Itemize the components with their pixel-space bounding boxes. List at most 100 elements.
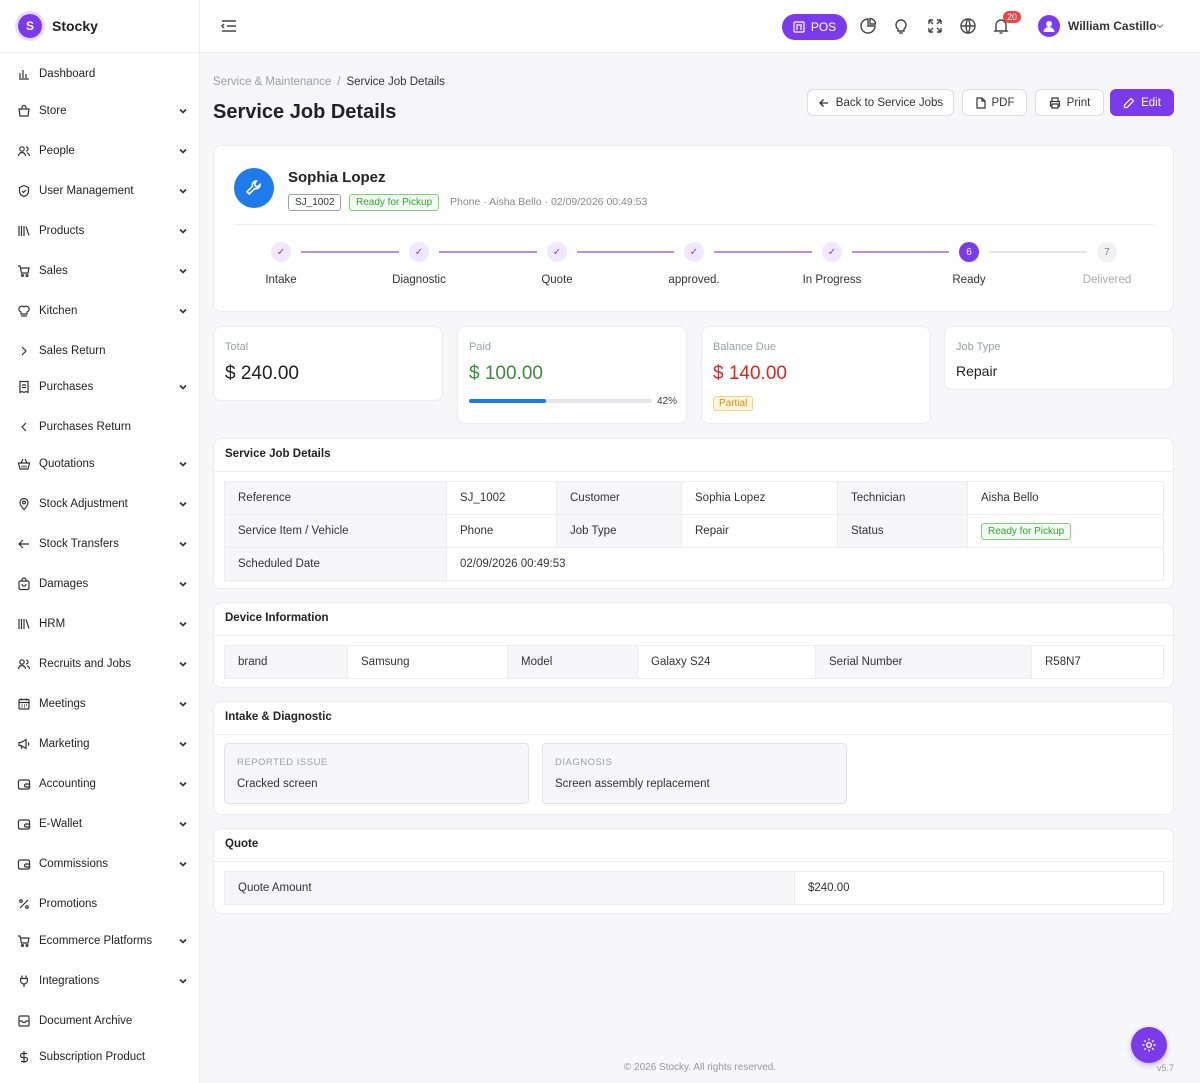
brand-name: Stocky (52, 18, 98, 34)
sidebar-item-marketing[interactable]: Marketing (0, 733, 200, 755)
sidebar-item-hrm[interactable]: HRM (0, 613, 200, 635)
sidebar-item-products[interactable]: Products (0, 220, 200, 242)
serial-label: Serial Number (815, 645, 1032, 679)
sidebar-item-label: User Management (39, 185, 134, 197)
section-divider (214, 471, 1173, 472)
job-avatar (234, 168, 274, 208)
map-pin-icon (19, 497, 29, 511)
avatar[interactable] (1038, 15, 1060, 37)
chevron-down-icon (179, 308, 187, 314)
sidebar-item-document-archive[interactable]: Document Archive (0, 1010, 200, 1032)
sidebar-item-user-management[interactable]: User Management (0, 180, 200, 202)
chevron-down-icon (179, 384, 187, 390)
sidebar-item-people[interactable]: People (0, 140, 200, 162)
sidebar-item-dashboard[interactable]: Dashboard (0, 63, 200, 85)
sidebar-item-e-wallet[interactable]: E-Wallet (0, 813, 200, 835)
model-label: Model (507, 645, 638, 679)
sidebar-item-purchases[interactable]: Purchases (0, 376, 200, 398)
chevron-down-icon (179, 541, 187, 547)
paid-progress-percent: 42% (657, 396, 678, 407)
sidebar-item-integrations[interactable]: Integrations (0, 970, 200, 992)
version-label: v5.7 (1157, 1063, 1175, 1073)
status-badge: Ready for Pickup (981, 523, 1072, 540)
lightbulb-icon[interactable] (892, 17, 910, 35)
sidebar-item-label: Store (39, 105, 67, 117)
chevron-down-icon (179, 501, 187, 507)
sidebar: S Stocky Dashboard Store People User Manage… (0, 0, 200, 1083)
total-label: Total (225, 341, 249, 353)
sidebar-item-damages[interactable]: Damages (0, 573, 200, 595)
pie-chart-icon[interactable] (859, 17, 877, 35)
archive-icon (18, 1015, 30, 1027)
sidebar-item-commissions[interactable]: Commissions (0, 853, 200, 875)
menu-toggle-icon[interactable] (220, 17, 238, 35)
breadcrumb-parent[interactable]: Service & Maintenance (213, 76, 331, 88)
balance-card: Balance Due $ 140.00 Partial (701, 326, 931, 424)
sidebar-item-meetings[interactable]: Meetings (0, 693, 200, 715)
pdf-button[interactable]: PDF (962, 89, 1027, 116)
brand-value: Samsung (347, 645, 508, 679)
sidebar-item-quotations[interactable]: Quotations (0, 453, 200, 475)
sidebar-item-store[interactable]: Store (0, 100, 200, 122)
reference-tag: SJ_1002 (288, 194, 342, 211)
item-label: Service Item / Vehicle (224, 514, 447, 548)
cart-icon (18, 265, 30, 278)
job-type-label: Job Type (956, 341, 1001, 353)
table-row: Service Item / Vehicle Phone Job Type Re… (224, 514, 1164, 548)
sidebar-item-label: Purchases (39, 381, 94, 393)
brand[interactable]: S Stocky (0, 0, 199, 53)
sidebar-item-ecommerce-platforms[interactable]: Ecommerce Platforms (0, 930, 200, 952)
model-value: Galaxy S24 (637, 645, 816, 679)
fullscreen-icon[interactable] (926, 17, 944, 35)
library-icon (18, 226, 30, 236)
chevron-left-icon (21, 422, 27, 432)
sidebar-item-stock-transfers[interactable]: Stock Transfers (0, 533, 200, 555)
arrow-left-icon (818, 98, 828, 107)
sidebar-item-label: Products (39, 225, 85, 237)
quote-table: Quote Amount $240.00 (224, 871, 1164, 905)
edit-button[interactable]: Edit (1110, 89, 1174, 116)
pos-icon (793, 21, 805, 33)
quote-amount-label: Quote Amount (224, 871, 795, 905)
sidebar-item-sales-return[interactable]: Sales Return (0, 340, 200, 362)
globe-icon[interactable] (959, 17, 977, 35)
print-button[interactable]: Print (1035, 89, 1104, 116)
sidebar-item-purchases-return[interactable]: Purchases Return (0, 416, 200, 438)
settings-button[interactable] (1131, 1027, 1167, 1063)
sidebar-item-label: Sales Return (39, 345, 106, 357)
edit-label: Edit (1141, 96, 1161, 109)
user-name[interactable]: William Castillo (1068, 19, 1157, 33)
sidebar-item-subscription-product[interactable]: Subscription Product (0, 1046, 200, 1068)
sidebar-item-sales[interactable]: Sales (0, 260, 200, 282)
users-icon (17, 146, 31, 157)
details-title: Service Job Details (225, 448, 331, 460)
sidebar-item-accounting[interactable]: Accounting (0, 773, 200, 795)
pos-button[interactable]: POS (782, 14, 847, 40)
table-row: brand Samsung Model Galaxy S24 Serial Nu… (224, 645, 1164, 679)
gear-icon (1142, 1038, 1156, 1052)
intake-card: Intake & Diagnostic REPORTED ISSUE Crack… (213, 701, 1174, 815)
sidebar-item-label: Promotions (39, 898, 98, 910)
sidebar-item-stock-adjustment[interactable]: Stock Adjustment (0, 493, 200, 515)
breadcrumb-current: Service Job Details (346, 76, 445, 88)
chevron-down-icon (179, 741, 187, 747)
sidebar-item-kitchen[interactable]: Kitchen (0, 300, 200, 322)
chevron-down-icon (179, 621, 187, 627)
job-type-value: Repair (956, 363, 998, 379)
print-label: Print (1066, 96, 1091, 109)
paid-progress-bar (469, 399, 652, 403)
back-button[interactable]: Back to Service Jobs (807, 89, 954, 116)
bag-icon (18, 577, 30, 591)
chevron-down-icon[interactable] (1155, 21, 1165, 31)
arrow-left-icon (18, 539, 29, 549)
sidebar-item-recruits-and-jobs[interactable]: Recruits and Jobs (0, 653, 200, 675)
divider (234, 224, 1154, 225)
pos-label: POS (810, 20, 837, 34)
chevron-down-icon (179, 701, 187, 707)
shield-icon (18, 184, 30, 198)
plug-icon (19, 975, 29, 987)
table-row: Quote Amount $240.00 (224, 871, 1164, 905)
cart-icon (18, 935, 30, 948)
status-cell: Ready for Pickup (967, 514, 1164, 548)
sidebar-item-promotions[interactable]: Promotions (0, 893, 200, 915)
